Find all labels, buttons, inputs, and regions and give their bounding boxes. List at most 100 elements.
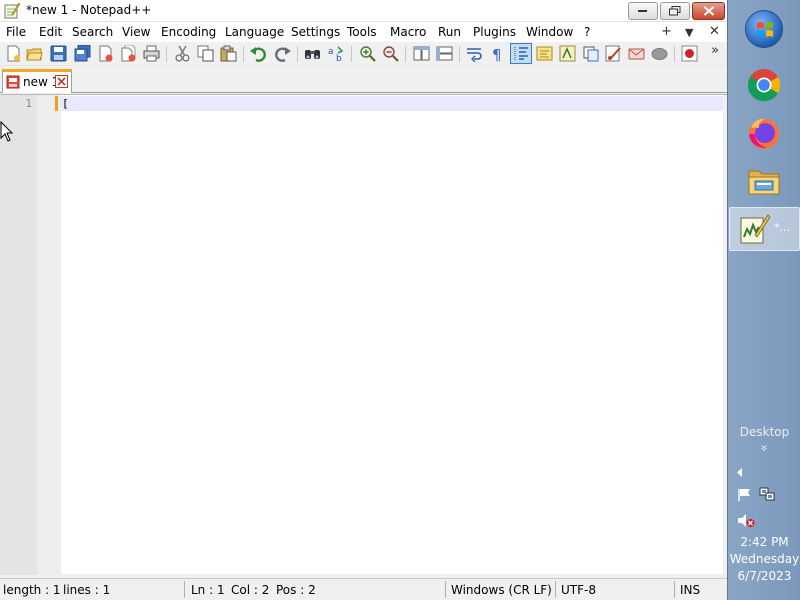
show-all-chars-icon[interactable]: ¶ (489, 45, 506, 62)
toolbar-separator (351, 46, 352, 62)
window-title: *new 1 - Notepad++ (26, 3, 152, 17)
open-file-icon[interactable] (26, 45, 43, 62)
macro-record-icon[interactable] (628, 45, 645, 62)
notepadpp-window: *new 1 - Notepad++ File Edit Search View… (0, 0, 727, 600)
tab-label: new 1 (23, 75, 60, 89)
clock-time[interactable]: 2:42 PM (728, 535, 800, 549)
notepadpp-app-icon[interactable] (3, 2, 21, 19)
save-all-icon[interactable] (74, 45, 91, 62)
editor-line-text[interactable]: [ (62, 97, 69, 110)
change-history-marker (55, 96, 58, 111)
menu-edit[interactable]: Edit (39, 25, 62, 39)
close-tab-icon[interactable]: ✕ (709, 24, 720, 39)
replace-icon[interactable]: ab (328, 45, 345, 62)
menu-language[interactable]: Language (225, 25, 284, 39)
chevron-down-icon[interactable]: » (758, 412, 772, 485)
record-icon[interactable] (681, 45, 698, 62)
menu-help[interactable]: ? (584, 25, 590, 39)
redo-icon[interactable] (274, 45, 291, 62)
save-icon[interactable] (50, 45, 67, 62)
toolbar-overflow-icon[interactable]: » (711, 43, 725, 60)
toolbar-separator (459, 46, 460, 62)
tab-list-icon[interactable]: ▼ (685, 26, 693, 39)
toolbar-separator (405, 46, 406, 62)
macro-stop-icon[interactable] (651, 45, 668, 62)
line-number: 1 (25, 97, 32, 110)
status-separator (445, 581, 446, 598)
tab-close-icon[interactable] (55, 75, 68, 88)
clock-date[interactable]: 6/7/2023 (728, 569, 800, 583)
sync-horizontal-icon[interactable] (436, 45, 453, 62)
toolbar-separator (243, 46, 244, 62)
action-center-flag-icon[interactable] (737, 488, 753, 505)
cut-icon[interactable] (174, 45, 191, 62)
menu-search[interactable]: Search (72, 25, 113, 39)
tab-new-1[interactable]: new 1 (2, 69, 72, 93)
line-number-margin: 1 (0, 95, 37, 575)
menu-tools[interactable]: Tools (347, 25, 377, 39)
windows-start-icon[interactable] (745, 10, 783, 48)
word-wrap-icon[interactable] (466, 45, 483, 62)
minimize-button[interactable] (628, 2, 658, 20)
toolbar-separator (297, 46, 298, 62)
print-icon[interactable] (143, 45, 160, 62)
toolbar-separator (674, 46, 675, 62)
status-encoding[interactable]: UTF-8 (561, 583, 596, 597)
zoom-in-icon[interactable] (359, 45, 376, 62)
network-icon[interactable] (759, 487, 775, 505)
menu-file[interactable]: File (6, 25, 26, 39)
find-icon[interactable] (304, 45, 321, 62)
title-bar[interactable]: *new 1 - Notepad++ (0, 0, 727, 22)
menu-window[interactable]: Window (526, 25, 573, 39)
taskbar-item-notepadpp[interactable]: *... (729, 207, 800, 251)
menu-macro[interactable]: Macro (390, 25, 426, 39)
status-bar: length : 1 lines : 1 Ln : 1 Col : 2 Pos … (0, 578, 727, 600)
clock-day[interactable]: Wednesday (728, 552, 800, 566)
menu-settings[interactable]: Settings (291, 25, 340, 39)
volume-muted-icon[interactable] (737, 513, 755, 531)
indent-guide-icon[interactable] (513, 45, 530, 62)
current-line-highlight (61, 96, 723, 111)
status-separator (184, 581, 185, 598)
function-list-icon[interactable] (559, 45, 576, 62)
zoom-out-icon[interactable] (382, 45, 399, 62)
status-eol-format[interactable]: Windows (CR LF) (451, 583, 552, 597)
menu-view[interactable]: View (122, 25, 150, 39)
menu-run[interactable]: Run (438, 25, 461, 39)
status-separator (674, 581, 675, 598)
chrome-icon[interactable] (745, 66, 783, 104)
file-explorer-icon[interactable] (745, 162, 783, 200)
monitoring-icon[interactable] (605, 45, 622, 62)
status-insert-mode[interactable]: INS (680, 583, 700, 597)
notepadpp-icon (738, 213, 771, 245)
taskbar: *... Desktop » 2:42 PM Wednesday 6/7/202… (727, 0, 800, 600)
new-tab-icon[interactable]: + (661, 24, 672, 39)
svg-text:a: a (328, 47, 334, 57)
svg-text:b: b (336, 54, 342, 62)
fold-margin[interactable] (37, 95, 61, 575)
toolbar-separator (166, 46, 167, 62)
taskbar-item-label: *... (774, 221, 790, 234)
close-all-icon[interactable] (120, 45, 137, 62)
status-line-number: Ln : 1 (191, 583, 225, 597)
close-button[interactable] (692, 2, 725, 20)
new-file-icon[interactable] (5, 45, 22, 62)
maximize-button[interactable] (660, 2, 690, 20)
unsaved-file-icon (6, 75, 20, 89)
menu-plugins[interactable]: Plugins (473, 25, 516, 39)
doc-map-icon[interactable] (536, 45, 553, 62)
status-lines: lines : 1 (63, 583, 111, 597)
copy-icon[interactable] (197, 45, 214, 62)
paste-icon[interactable] (220, 45, 237, 62)
sync-vertical-icon[interactable] (413, 45, 430, 62)
menu-bar: File Edit Search View Encoding Language … (0, 22, 727, 42)
undo-icon[interactable] (250, 45, 267, 62)
editor-area[interactable]: 1 [ (0, 94, 727, 575)
firefox-icon[interactable] (745, 114, 783, 152)
close-icon[interactable] (97, 45, 114, 62)
status-length: length : 1 (3, 583, 61, 597)
status-separator (555, 581, 556, 598)
tray-expand-arrow-icon[interactable] (737, 466, 743, 480)
menu-encoding[interactable]: Encoding (161, 25, 216, 39)
folder-workspace-icon[interactable] (582, 45, 599, 62)
